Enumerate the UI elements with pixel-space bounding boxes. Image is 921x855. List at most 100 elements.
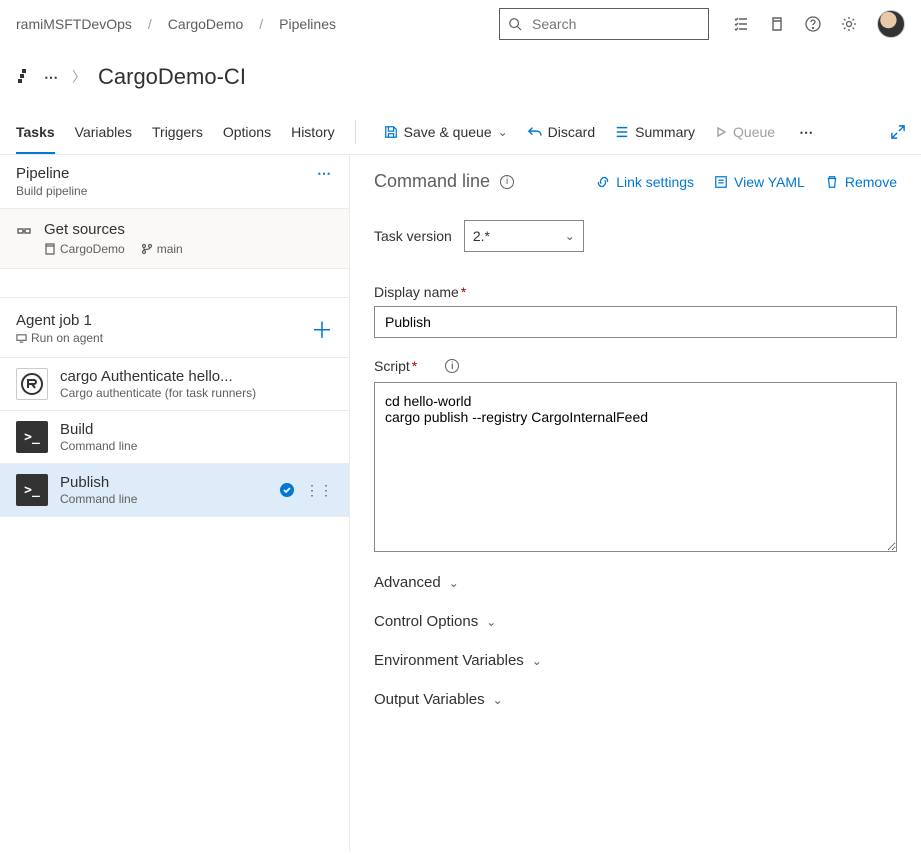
drag-handle-icon[interactable]: ⋮⋮ (305, 486, 333, 494)
section-env-vars[interactable]: Environment Variables ⌄ (374, 652, 897, 669)
script-label: Script* (374, 358, 417, 374)
section-label: Environment Variables (374, 652, 524, 669)
chevron-down-icon: ⌄ (449, 576, 459, 590)
commandline-icon: >_ (16, 421, 48, 453)
avatar[interactable] (877, 10, 905, 38)
chevron-down-icon: ⌄ (486, 615, 496, 629)
section-control-options[interactable]: Control Options ⌄ (374, 613, 897, 630)
discard-label: Discard (548, 124, 595, 140)
list-icon (615, 125, 629, 139)
info-icon[interactable]: i (445, 359, 459, 373)
task-version-value: 2.* (473, 228, 490, 244)
breadcrumb-section[interactable]: Pipelines (279, 16, 336, 32)
view-yaml-button[interactable]: View YAML (714, 174, 805, 190)
task-publish[interactable]: >_ Publish Command line ⋮⋮ (0, 464, 349, 517)
script-textarea[interactable] (374, 382, 897, 552)
get-sources-title: Get sources (44, 221, 183, 238)
breadcrumb-project[interactable]: CargoDemo (168, 16, 243, 32)
marketplace-icon[interactable] (769, 16, 785, 32)
play-icon (715, 126, 727, 138)
save-icon (384, 125, 398, 139)
section-label: Output Variables (374, 691, 485, 708)
link-settings-label: Link settings (616, 174, 694, 190)
add-task-button[interactable]: ＋ (311, 313, 333, 345)
yaml-icon (714, 175, 728, 189)
queue-button: Queue (707, 116, 783, 148)
task-version-select[interactable]: 2.* ⌄ (464, 220, 584, 252)
page-title: CargoDemo-CI (98, 64, 246, 90)
pipeline-icon (16, 69, 32, 85)
breadcrumb-org[interactable]: ramiMSFTDevOps (16, 16, 132, 32)
tab-tasks[interactable]: Tasks (16, 110, 55, 154)
task-subtitle: Command line (60, 492, 137, 506)
rust-icon (16, 368, 48, 400)
sources-icon (16, 223, 32, 239)
breadcrumb-sep: / (148, 16, 152, 32)
branch-icon (141, 243, 153, 255)
section-label: Advanced (374, 574, 441, 591)
task-title: cargo Authenticate hello... (60, 368, 256, 385)
tab-variables[interactable]: Variables (75, 110, 132, 154)
tab-triggers[interactable]: Triggers (152, 110, 203, 154)
repo-icon (44, 243, 56, 255)
task-list-icon[interactable] (733, 16, 749, 32)
trash-icon (825, 175, 839, 189)
chevron-down-icon: ⌄ (493, 693, 503, 707)
task-subtitle: Command line (60, 439, 137, 453)
search-box[interactable] (499, 8, 709, 40)
commandline-icon: >_ (16, 474, 48, 506)
save-queue-button[interactable]: Save & queue ⌄ (376, 116, 516, 148)
task-build[interactable]: >_ Build Command line (0, 411, 349, 464)
toolbar-divider (355, 120, 356, 144)
chevron-down-icon: ⌄ (498, 125, 508, 139)
chevron-right-icon: 〉 (72, 67, 86, 87)
undo-icon (528, 125, 542, 139)
pipeline-title: Pipeline (16, 165, 87, 182)
search-icon (508, 17, 522, 31)
queue-label: Queue (733, 124, 775, 140)
toolbar-more-button[interactable]: ⋯ (799, 124, 815, 141)
display-name-input[interactable] (374, 306, 897, 338)
save-queue-label: Save & queue (404, 124, 492, 140)
remove-label: Remove (845, 174, 897, 190)
link-icon (596, 175, 610, 189)
search-input[interactable] (530, 15, 700, 33)
get-sources-item[interactable]: Get sources CargoDemo main (0, 209, 349, 269)
task-title: Build (60, 421, 137, 438)
panel-title: Command line (374, 171, 490, 192)
summary-button[interactable]: Summary (607, 116, 703, 148)
tab-history[interactable]: History (291, 110, 335, 154)
section-output-vars[interactable]: Output Variables ⌄ (374, 691, 897, 708)
summary-label: Summary (635, 124, 695, 140)
breadcrumb-sep: / (259, 16, 263, 32)
task-cargo-authenticate[interactable]: cargo Authenticate hello... Cargo authen… (0, 358, 349, 411)
fullscreen-icon[interactable] (891, 125, 905, 139)
discard-button[interactable]: Discard (520, 116, 603, 148)
chevron-down-icon: ⌄ (565, 229, 575, 243)
section-advanced[interactable]: Advanced ⌄ (374, 574, 897, 591)
pipeline-more-button[interactable]: ⋯ (317, 165, 333, 182)
title-more-button[interactable]: ⋯ (44, 69, 60, 86)
agent-job-title: Agent job 1 (16, 312, 103, 329)
task-title: Publish (60, 474, 137, 491)
check-circle-icon (279, 482, 295, 498)
agent-job-subtitle: Run on agent (31, 331, 103, 345)
agent-job-item[interactable]: Agent job 1 Run on agent ＋ (0, 297, 349, 358)
agent-icon (16, 333, 27, 344)
link-settings-button[interactable]: Link settings (596, 174, 694, 190)
branch-name: main (157, 242, 183, 256)
info-icon[interactable]: i (500, 175, 514, 189)
repo-name: CargoDemo (60, 242, 125, 256)
help-icon[interactable] (805, 16, 821, 32)
remove-button[interactable]: Remove (825, 174, 897, 190)
section-label: Control Options (374, 613, 478, 630)
tab-options[interactable]: Options (223, 110, 271, 154)
settings-icon[interactable] (841, 16, 857, 32)
breadcrumb: ramiMSFTDevOps / CargoDemo / Pipelines (16, 16, 336, 32)
task-subtitle: Cargo authenticate (for task runners) (60, 386, 256, 400)
chevron-down-icon: ⌄ (532, 654, 542, 668)
task-version-label: Task version (374, 228, 452, 244)
pipeline-subtitle: Build pipeline (16, 184, 87, 198)
display-name-label: Display name* (374, 284, 466, 300)
view-yaml-label: View YAML (734, 174, 805, 190)
